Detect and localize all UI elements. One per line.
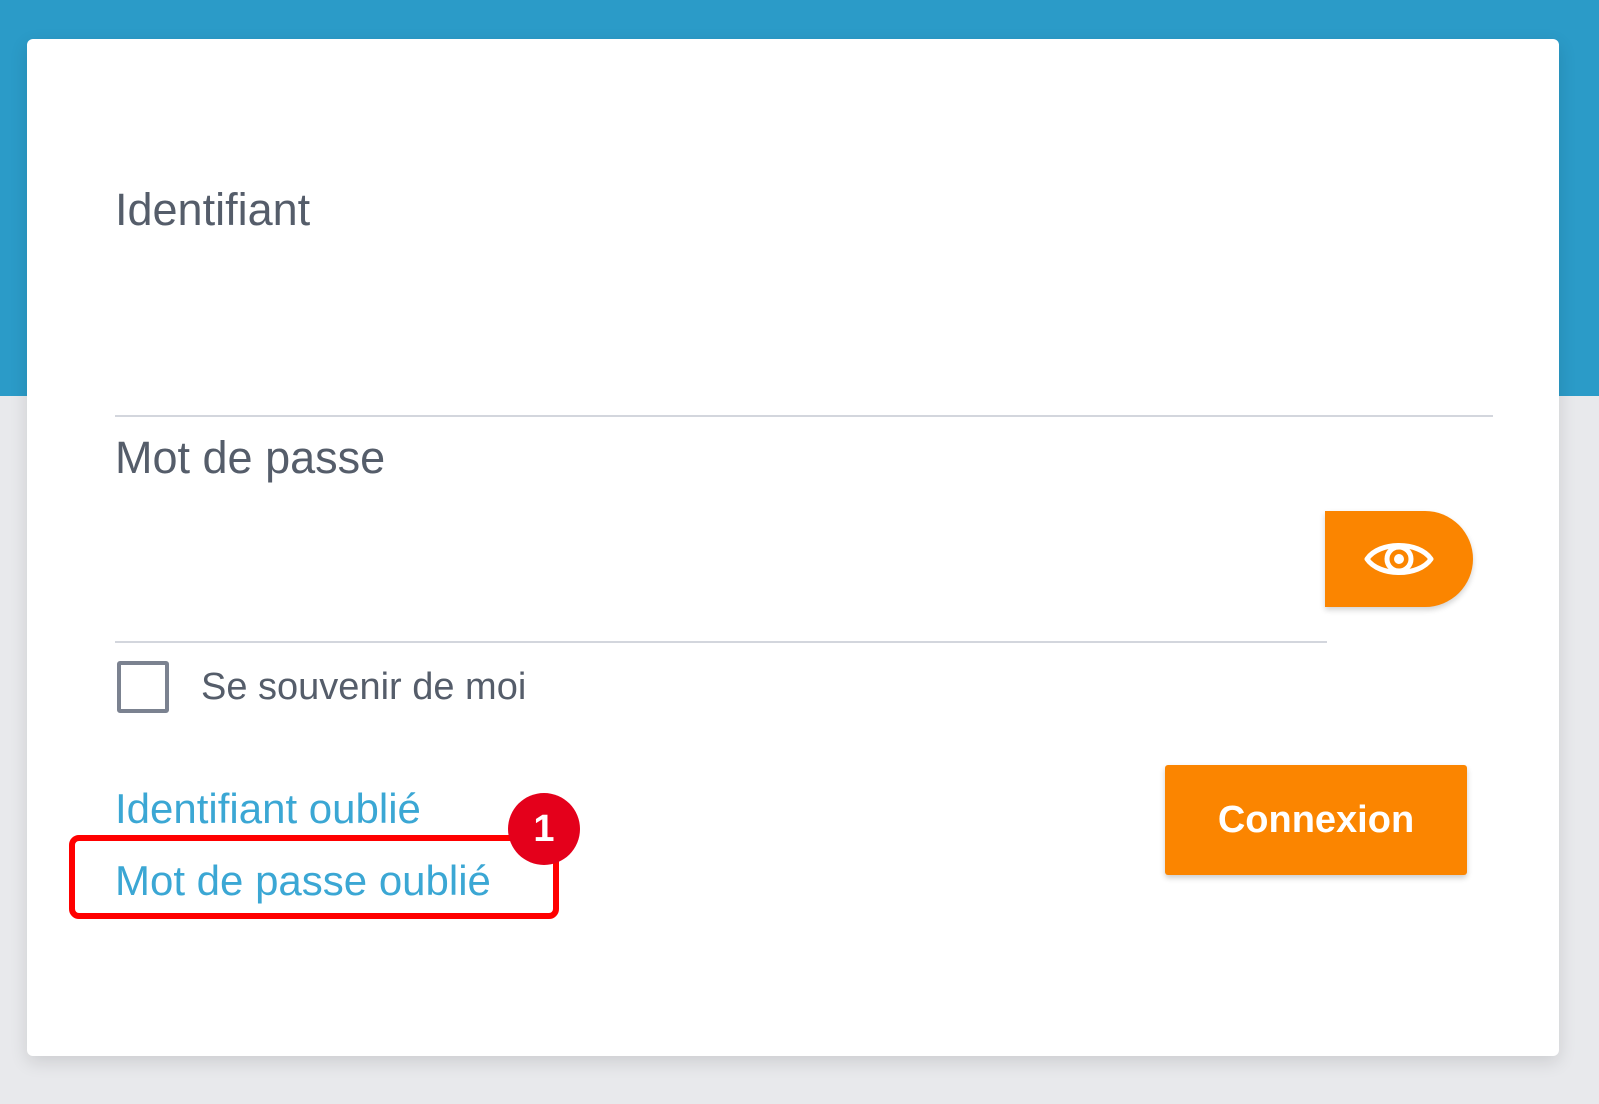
forgot-username-link[interactable]: Identifiant oublié bbox=[115, 785, 421, 833]
login-card: Identifiant Mot de passe Se souvenir de … bbox=[27, 39, 1559, 1056]
highlight-annotation bbox=[69, 835, 559, 919]
remember-label: Se souvenir de moi bbox=[201, 666, 527, 708]
login-button[interactable]: Connexion bbox=[1165, 765, 1467, 875]
password-label: Mot de passe bbox=[115, 432, 386, 483]
step-badge: 1 bbox=[508, 793, 580, 865]
remember-me[interactable]: Se souvenir de moi bbox=[117, 661, 526, 713]
remember-checkbox[interactable] bbox=[117, 661, 169, 713]
show-password-button[interactable] bbox=[1325, 511, 1473, 607]
eye-icon bbox=[1364, 543, 1434, 575]
username-label: Identifiant bbox=[115, 184, 311, 235]
username-input[interactable] bbox=[115, 339, 1493, 417]
password-input[interactable] bbox=[115, 561, 1327, 643]
